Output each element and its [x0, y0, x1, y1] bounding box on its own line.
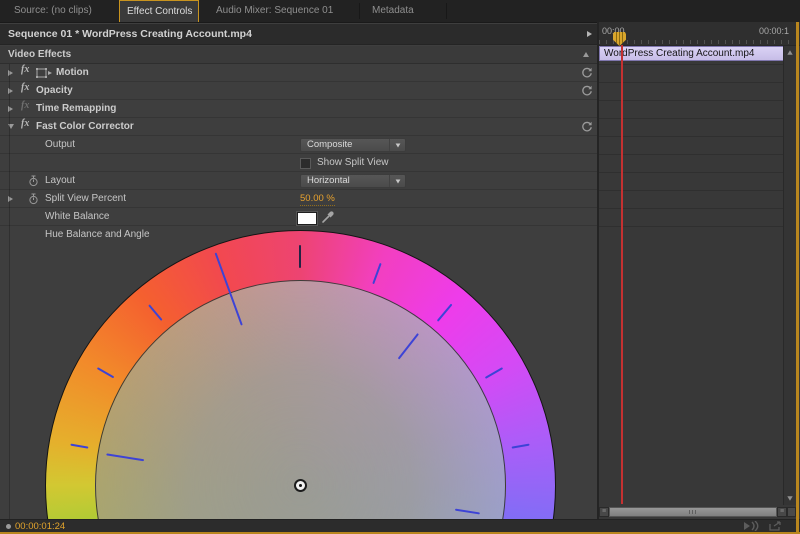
fx-badge-icon: fx: [21, 82, 29, 93]
tab-audio-mixer[interactable]: Audio Mixer: Sequence 01: [199, 0, 360, 22]
wheel-tick: [455, 509, 480, 515]
wheel-tick: [106, 453, 144, 461]
param-row-show-split-view: Show Split View: [0, 154, 597, 172]
timeline-clip-name: WordPress Creating Account.mp4: [604, 48, 754, 59]
timeline-row-divider: [599, 118, 783, 119]
hscroll-right-button[interactable]: ≡: [777, 507, 787, 517]
effect-controls-panel: Source: (no clips) Effect Controls× Audi…: [0, 0, 800, 534]
wheel-tick: [97, 367, 114, 378]
stopwatch-icon[interactable]: [28, 175, 39, 187]
split-view-percent-value[interactable]: 50.00 %: [300, 193, 335, 206]
status-bar: 00:00:01:24: [0, 519, 800, 532]
wheel-tick: [437, 304, 453, 322]
balance-point-handle[interactable]: [294, 479, 307, 492]
wheel-tick: [485, 367, 503, 379]
param-row-split-view-percent: Split View Percent 50.00 %: [0, 190, 597, 208]
hscroll-left-button[interactable]: ≡: [599, 507, 609, 517]
effect-row-time-remapping: fx Time Remapping: [0, 100, 597, 118]
tab-source[interactable]: Source: (no clips): [0, 0, 119, 22]
wheel-tick: [512, 444, 530, 449]
video-effects-header: Video Effects: [0, 46, 597, 64]
effect-name-fcc: Fast Color Corrector: [36, 118, 134, 136]
record-dot-icon: [6, 524, 11, 529]
timeline-row-divider: [599, 208, 783, 209]
wheel-tick: [372, 263, 381, 284]
show-split-view-label: Show Split View: [317, 154, 389, 172]
effect-row-motion: fx Motion: [0, 64, 597, 82]
timeline-ruler[interactable]: 00:00 00:00:1: [599, 22, 800, 46]
play-audio-icon[interactable]: [743, 521, 761, 531]
effect-row-fast-color-corrector: fx Fast Color Corrector: [0, 118, 597, 136]
tab-effect-controls[interactable]: Effect Controls×: [119, 0, 199, 22]
chevron-down-icon: [389, 175, 405, 187]
timeline-horizontal-scrollbar[interactable]: ≡ ≡: [599, 507, 796, 517]
timeline-row-divider: [599, 226, 783, 227]
timeline-row-divider: [599, 136, 783, 137]
wheel-tick: [398, 333, 419, 359]
wheel-tick: [299, 245, 301, 268]
tab-audio-mixer-label: Audio Mixer: Sequence 01: [216, 5, 333, 16]
param-row-output: Output Composite: [0, 136, 597, 154]
effects-timeline-panel: [597, 22, 800, 519]
param-row-layout: Layout Horizontal: [0, 172, 597, 190]
scroll-down-icon[interactable]: [787, 496, 792, 501]
clip-header-title: Sequence 01 * WordPress Creating Account…: [8, 24, 252, 44]
effect-name-time-remapping: Time Remapping: [36, 100, 116, 118]
timeline-row-divider: [599, 172, 783, 173]
wheel-tick: [148, 304, 162, 321]
timeline-row-divider: [599, 100, 783, 101]
export-frame-icon[interactable]: [769, 521, 782, 531]
reset-effect-icon[interactable]: [581, 85, 593, 97]
fx-badge-icon: fx: [21, 100, 29, 111]
timeline-row-divider: [599, 64, 783, 65]
clip-header-bar: Sequence 01 * WordPress Creating Account…: [0, 24, 597, 45]
ruler-tick-marks: [599, 40, 794, 44]
layout-label: Layout: [45, 172, 75, 190]
hue-balance-wheel-area: [0, 230, 597, 519]
fx-badge-icon: fx: [21, 64, 29, 75]
panel-focus-border-right: [796, 22, 799, 534]
white-balance-label: White Balance: [45, 208, 109, 226]
timeline-row-divider: [599, 190, 783, 191]
panel-menu-arrow-icon[interactable]: [587, 31, 592, 37]
effect-name-opacity: Opacity: [36, 82, 73, 100]
wheel-tick: [215, 253, 243, 326]
fx-badge-icon: fx: [21, 118, 29, 129]
white-balance-swatch[interactable]: [297, 212, 317, 225]
scroll-up-icon[interactable]: [787, 50, 792, 55]
scrollbar-corner: [787, 507, 796, 517]
hue-wheel-ticks: [0, 230, 597, 519]
reset-effect-icon[interactable]: [581, 67, 593, 79]
collapse-section-icon[interactable]: [583, 52, 589, 57]
output-label: Output: [45, 136, 75, 154]
chevron-down-icon: [389, 139, 405, 151]
output-dropdown[interactable]: Composite: [300, 138, 406, 152]
video-effects-title: Video Effects: [8, 46, 71, 64]
playhead-line: [621, 45, 623, 504]
tab-divider: [446, 3, 447, 19]
timeline-row-divider: [599, 82, 783, 83]
tab-metadata-label: Metadata: [372, 5, 414, 16]
wheel-tick: [70, 444, 88, 449]
eyedropper-icon[interactable]: [321, 210, 335, 224]
split-view-percent-label: Split View Percent: [45, 190, 126, 208]
show-split-view-checkbox[interactable]: [300, 158, 311, 169]
timeline-clip-bar[interactable]: WordPress Creating Account.mp4: [599, 46, 786, 61]
tab-source-label: Source: (no clips): [14, 5, 92, 16]
panel-tab-bar: Source: (no clips) Effect Controls× Audi…: [0, 0, 800, 23]
tab-effect-controls-label: Effect Controls: [127, 6, 192, 17]
effect-name-motion: Motion: [56, 64, 89, 82]
param-row-white-balance: White Balance: [0, 208, 597, 226]
effect-row-opacity: fx Opacity: [0, 82, 597, 100]
layout-dropdown[interactable]: Horizontal: [300, 174, 406, 188]
tab-metadata[interactable]: Metadata: [360, 0, 447, 22]
transform-icon: [36, 68, 52, 78]
timeline-row-divider: [599, 154, 783, 155]
stopwatch-icon[interactable]: [28, 193, 39, 205]
reset-effect-icon[interactable]: [581, 121, 593, 133]
hscroll-thumb[interactable]: [609, 507, 777, 517]
timeline-vertical-scrollbar[interactable]: [783, 46, 796, 505]
ruler-end-label: 00:00:1: [759, 26, 789, 36]
